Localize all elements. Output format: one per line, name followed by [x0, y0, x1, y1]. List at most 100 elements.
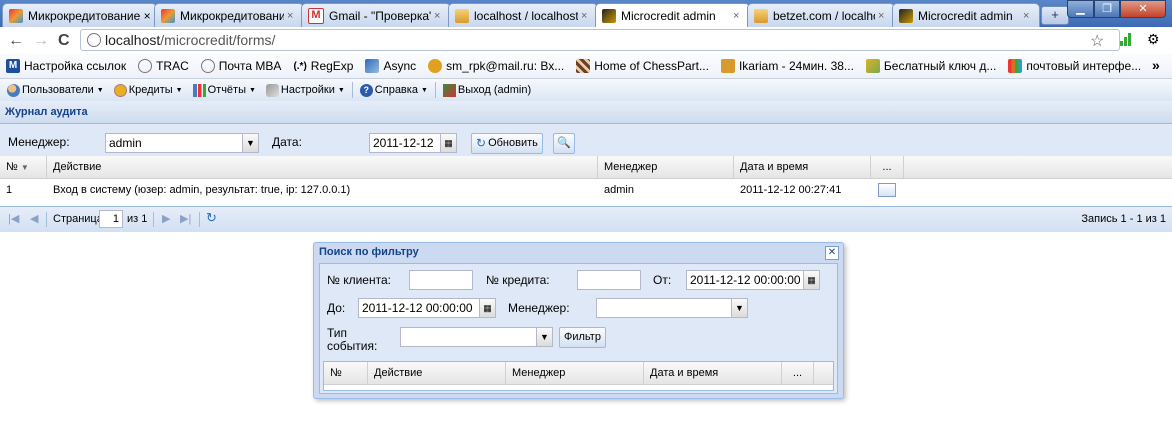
chevron-down-icon: ▼ — [420, 86, 428, 94]
browser-navbar: ← → C localhost/microcredit/forms/ ☆ ⚙ — [0, 27, 1172, 55]
tab-title: Microcredit admin — [918, 8, 1013, 23]
tab-close-icon[interactable]: × — [1023, 10, 1033, 22]
menu-users[interactable]: Пользователи ▼ — [4, 83, 107, 97]
bookmark-item[interactable]: Async — [365, 59, 416, 73]
bookmark-item[interactable]: Беслатный ключ д... — [865, 59, 996, 73]
bookmark-item[interactable]: Почта MBA — [200, 59, 281, 73]
filter-results-grid: № Действие Менеджер Дата и время ... — [323, 361, 834, 391]
column-header-action[interactable]: Действие — [47, 156, 598, 178]
first-page-icon[interactable]: |◀ — [8, 212, 19, 225]
browser-tab-7[interactable]: Microcredit admin × — [892, 3, 1040, 27]
bookmark-item[interactable]: (.*) RegExp — [293, 59, 353, 73]
from-datetime-field[interactable]: 2011-12-12 00:00:00 — [686, 270, 804, 290]
bookmark-item[interactable]: M Настройка ссылок — [6, 59, 126, 73]
tab-close-icon[interactable]: × — [878, 10, 888, 22]
refresh-button[interactable]: ↻ Обновить — [471, 133, 543, 154]
credit-number-input[interactable] — [577, 270, 641, 290]
tab-title: Gmail - "Проверка" ( — [329, 8, 431, 23]
event-type-dropdown-trigger[interactable]: ▼ — [536, 327, 553, 347]
cell-datetime: 2011-12-12 00:27:41 — [740, 184, 842, 196]
column-header-manager[interactable]: Менеджер — [598, 156, 734, 178]
menu-help[interactable]: ? Справка ▼ — [357, 83, 431, 97]
tab-title: Микрокредитовани — [180, 8, 284, 23]
browser-tab-1[interactable]: Микрокредитование × — [2, 3, 157, 27]
maximize-button[interactable]: ❐ — [1094, 0, 1120, 18]
date-field[interactable]: 2011-12-12 — [369, 133, 441, 153]
calendar-icon: ▦ — [483, 303, 492, 313]
bookmarks-overflow-icon[interactable]: » — [1152, 57, 1160, 73]
chevron-down-icon: ▼ — [540, 332, 549, 342]
menu-settings[interactable]: Настройки ▼ — [263, 83, 348, 97]
pager-separator — [46, 212, 47, 227]
menu-reports[interactable]: Отчёты ▼ — [190, 83, 259, 97]
manager-select[interactable] — [596, 298, 732, 318]
column-header-number[interactable]: № ▼ — [0, 156, 47, 178]
bookmark-item[interactable]: почтовый интерфе... — [1008, 59, 1141, 73]
chevron-down-icon: ▼ — [175, 86, 183, 94]
tab-close-icon[interactable]: × — [434, 10, 444, 22]
wrench-menu-icon[interactable]: ⚙ — [1147, 31, 1160, 48]
tab-close-icon[interactable]: × — [287, 10, 297, 22]
column-header-number[interactable]: № — [324, 362, 368, 384]
from-date-picker-trigger[interactable]: ▦ — [803, 270, 820, 290]
ikariam-icon — [720, 59, 735, 73]
column-header-datetime[interactable]: Дата и время — [734, 156, 871, 178]
browser-tab-4[interactable]: localhost / localhost × — [448, 3, 598, 27]
window-title: Поиск по фильтру — [319, 246, 419, 258]
to-date-picker-trigger[interactable]: ▦ — [479, 298, 496, 318]
back-arrow-icon[interactable]: ← — [8, 32, 24, 50]
last-page-icon[interactable]: ▶| — [180, 212, 191, 225]
new-tab-button[interactable]: + — [1041, 6, 1069, 25]
tab-close-icon[interactable]: × — [581, 10, 591, 22]
window-close-button[interactable]: ✕ — [1120, 0, 1166, 18]
menu-credits[interactable]: Кредиты ▼ — [111, 83, 186, 97]
date-picker-trigger[interactable]: ▦ — [440, 133, 457, 153]
manager-dropdown-trigger[interactable]: ▼ — [731, 298, 748, 318]
manager-select[interactable]: admin — [105, 133, 243, 153]
client-number-input[interactable] — [409, 270, 473, 290]
page-info-icon[interactable] — [87, 33, 101, 47]
filter-button[interactable]: Фильтр — [559, 327, 606, 348]
column-header-more[interactable]: ... — [782, 362, 814, 384]
reload-icon[interactable]: C — [58, 32, 70, 50]
previous-page-icon[interactable]: ◀ — [30, 212, 38, 225]
forward-arrow-icon[interactable]: → — [33, 32, 49, 50]
menu-logout[interactable]: Выход (admin) — [440, 83, 534, 97]
search-button[interactable]: 🔍 — [553, 133, 575, 154]
column-header-datetime[interactable]: Дата и время — [644, 362, 782, 384]
bookmark-item[interactable]: sm_rpk@mail.ru: Вх... — [428, 59, 564, 73]
browser-tab-3[interactable]: M Gmail - "Проверка" ( × — [301, 3, 451, 27]
manager-dropdown-trigger[interactable]: ▼ — [242, 133, 259, 153]
event-type-select[interactable] — [400, 327, 537, 347]
column-header-manager[interactable]: Менеджер — [506, 362, 644, 384]
to-datetime-field[interactable]: 2011-12-12 00:00:00 — [358, 298, 480, 318]
signal-extension-icon[interactable] — [1120, 33, 1131, 46]
users-icon — [7, 83, 20, 97]
close-icon[interactable]: ✕ — [825, 246, 839, 260]
globe-icon — [200, 59, 215, 73]
menu-separator — [351, 82, 353, 98]
bookmark-item[interactable]: Ikariam - 24мин. 38... — [720, 59, 854, 73]
browser-tabstrip: Микрокредитование × Микрокредитовани × M… — [0, 0, 1172, 28]
minimize-button[interactable]: ▁ — [1067, 0, 1094, 18]
page-number-input[interactable]: 1 — [99, 210, 123, 228]
menu-label: Настройки — [280, 84, 335, 96]
details-icon[interactable] — [878, 183, 896, 197]
bookmark-item[interactable]: Home of ChessPart... — [576, 59, 709, 73]
browser-tab-2[interactable]: Микрокредитовани × — [154, 3, 304, 27]
browser-tab-6[interactable]: betzet.com / localho × — [747, 3, 895, 27]
bookmark-item[interactable]: TRAC — [138, 59, 189, 73]
audit-grid-header: № ▼ Действие Менеджер Дата и время ... — [0, 156, 1172, 179]
tab-close-icon[interactable]: × — [733, 10, 743, 22]
refresh-label: Обновить — [488, 137, 538, 149]
browser-tab-5-active[interactable]: Microcredit admin × — [595, 3, 750, 28]
bookmark-star-icon[interactable]: ☆ — [1090, 31, 1104, 51]
bookmarks-bar: M Настройка ссылок TRAC Почта MBA (.*) Reg… — [0, 54, 1172, 79]
table-row[interactable]: 1 Вход в систему (юзер: admin, результат… — [0, 179, 1172, 201]
column-header-more[interactable]: ... — [871, 156, 904, 178]
column-header-action[interactable]: Действие — [368, 362, 506, 384]
refresh-icon[interactable]: ↻ — [206, 210, 217, 226]
next-page-icon[interactable]: ▶ — [162, 212, 170, 225]
address-bar[interactable]: localhost/microcredit/forms/ — [80, 29, 1120, 51]
cell-manager: admin — [604, 184, 634, 196]
